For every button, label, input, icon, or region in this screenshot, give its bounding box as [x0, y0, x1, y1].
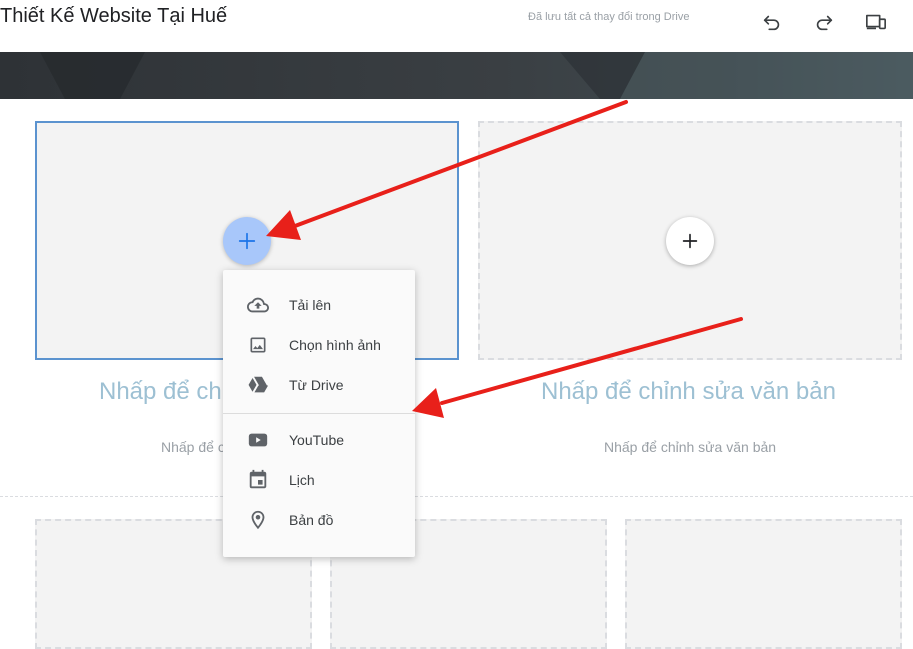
insert-menu: Tải lên Chọn hình ảnh Từ Drive YouTube L…	[223, 270, 415, 557]
menu-separator	[223, 413, 415, 414]
annotation-arrow-2-head	[412, 388, 444, 418]
menu-item-from-drive[interactable]: Từ Drive	[223, 365, 415, 405]
redo-icon	[816, 15, 833, 31]
calendar-icon	[247, 469, 269, 491]
image-placeholder-bottom-3[interactable]	[625, 519, 902, 649]
preview-button[interactable]	[862, 8, 890, 36]
cloud-upload-icon	[247, 294, 269, 316]
menu-item-map[interactable]: Bản đồ	[223, 500, 415, 540]
menu-item-label: YouTube	[289, 432, 345, 448]
menu-item-label: Bản đồ	[289, 512, 334, 528]
image-icon	[247, 334, 269, 356]
add-content-button-left[interactable]	[223, 217, 271, 265]
youtube-icon	[247, 429, 269, 451]
menu-item-calendar[interactable]: Lịch	[223, 460, 415, 500]
plus-icon	[682, 233, 698, 249]
menu-item-label: Từ Drive	[289, 377, 344, 393]
top-bar: Thiết Kế Website Tại Huế Đã lưu tất cả t…	[0, 0, 913, 52]
header-banner-image[interactable]	[0, 52, 913, 99]
body-placeholder-right[interactable]: Nhấp để chỉnh sửa văn bản	[604, 439, 776, 455]
body-placeholder-left[interactable]: Nhấp để c	[161, 439, 225, 455]
plus-icon	[238, 232, 256, 250]
menu-item-label: Tải lên	[289, 297, 332, 313]
menu-item-label: Chọn hình ảnh	[289, 337, 381, 353]
section-divider	[0, 496, 913, 497]
redo-button[interactable]	[810, 8, 838, 36]
save-status: Đã lưu tất cả thay đổi trong Drive	[528, 11, 690, 23]
menu-item-upload[interactable]: Tải lên	[223, 285, 415, 325]
undo-icon	[763, 15, 780, 31]
map-pin-icon	[247, 509, 269, 531]
add-content-button-right[interactable]	[666, 217, 714, 265]
site-title[interactable]: Thiết Kế Website Tại Huế	[0, 5, 227, 28]
menu-item-select-image[interactable]: Chọn hình ảnh	[223, 325, 415, 365]
banner-decoration	[40, 52, 913, 99]
devices-preview-icon	[866, 14, 886, 30]
heading-placeholder-right[interactable]: Nhấp để chỉnh sửa văn bản	[541, 378, 836, 406]
menu-item-youtube[interactable]: YouTube	[223, 420, 415, 460]
menu-item-label: Lịch	[289, 472, 315, 488]
undo-button[interactable]	[758, 8, 786, 36]
google-drive-icon	[247, 374, 269, 396]
heading-placeholder-left[interactable]: Nhấp để ch	[99, 378, 222, 406]
